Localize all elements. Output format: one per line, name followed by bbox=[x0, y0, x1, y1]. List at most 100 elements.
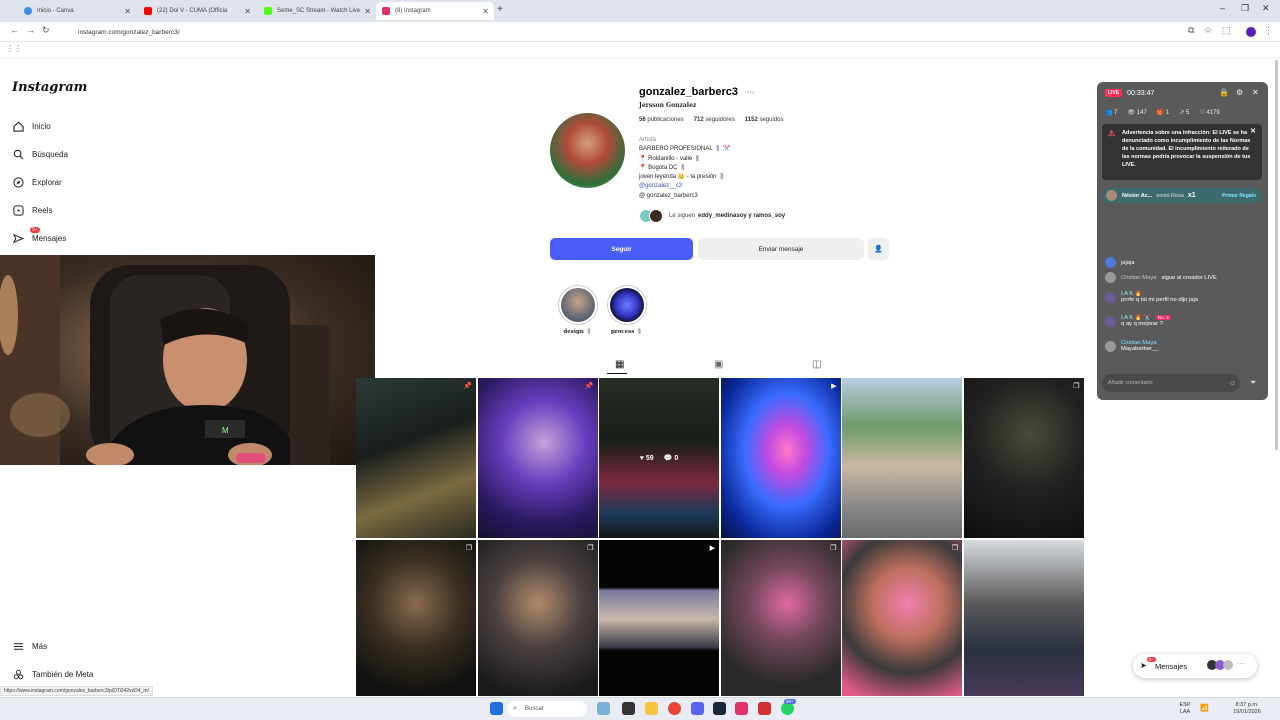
compass-icon bbox=[12, 176, 24, 188]
highlight-ring bbox=[607, 285, 647, 325]
tagged-tab-icon[interactable]: ◫ bbox=[812, 359, 821, 370]
address-bar-row: ← → ↻ instagram.com/gonzalez_barberc3/ ⧉… bbox=[0, 22, 1280, 42]
sidebar-item-more[interactable]: Más bbox=[12, 640, 47, 652]
messages-floating-button[interactable]: ➤ 9+ Mensajes ··· bbox=[1133, 654, 1257, 678]
close-tab-icon[interactable]: ✕ bbox=[244, 7, 251, 16]
wifi-icon[interactable]: 📶 bbox=[1200, 704, 1209, 712]
close-warning-icon[interactable]: ✕ bbox=[1250, 128, 1256, 136]
forward-icon[interactable]: → bbox=[26, 25, 35, 35]
task-view-icon[interactable] bbox=[622, 702, 635, 715]
new-tab-icon[interactable]: + bbox=[497, 4, 503, 15]
page-scrollbar[interactable] bbox=[1273, 60, 1280, 450]
following-count[interactable]: 1152 seguidos bbox=[745, 117, 784, 123]
url-field[interactable]: instagram.com/gonzalez_barberc3/ bbox=[62, 25, 1172, 39]
close-window-icon[interactable]: ✕ bbox=[1262, 3, 1270, 14]
sidebar-item-reels[interactable]: Reels bbox=[12, 204, 52, 216]
post-tile[interactable]: ❐ bbox=[842, 539, 962, 696]
more-options-icon[interactable]: ··· bbox=[747, 90, 754, 97]
comment-text: Mayabarber__ bbox=[1121, 346, 1159, 352]
settings-icon[interactable]: ⚙ bbox=[1236, 88, 1243, 97]
scrollbar-thumb[interactable] bbox=[1275, 60, 1278, 450]
close-icon[interactable]: ✕ bbox=[1252, 88, 1259, 97]
tiktok-icon[interactable] bbox=[735, 702, 748, 715]
post-tile[interactable]: 📌 bbox=[356, 378, 476, 538]
bookmarks-bar: ⋮⋮ bbox=[0, 42, 1280, 58]
widgets-icon[interactable] bbox=[597, 702, 610, 715]
follow-button[interactable]: Seguir bbox=[550, 238, 693, 260]
clock[interactable]: 8:37 p.m. 19/01/2026 bbox=[1226, 702, 1268, 716]
language-indicator[interactable]: ESP LAA bbox=[1176, 702, 1194, 716]
close-tab-icon[interactable]: ✕ bbox=[482, 7, 489, 16]
post-tile[interactable]: ❐ bbox=[356, 539, 476, 696]
chrome-icon[interactable] bbox=[668, 702, 681, 715]
install-app-icon[interactable]: ⧉ bbox=[1188, 25, 1194, 36]
highlight-label: process 💈 bbox=[610, 329, 644, 335]
emoji-icon[interactable]: ☺ bbox=[1229, 380, 1236, 387]
back-icon[interactable]: ← bbox=[10, 25, 19, 35]
bio-handle-link[interactable]: @gonzalez__c3 bbox=[639, 182, 731, 191]
lang-code: ESP bbox=[1179, 702, 1191, 708]
extensions-icon[interactable]: ⬚ bbox=[1222, 25, 1231, 36]
profile-bio: Artista BARBERO PROFESIONAL 💈 ✂️ 📍 Rolda… bbox=[639, 136, 731, 201]
live-stats: 👥 7 👁 147 🎁 1 ↗ 5 ♡ 4179 bbox=[1105, 109, 1220, 116]
file-explorer-icon[interactable] bbox=[645, 702, 658, 715]
lock-icon[interactable]: 🔒 bbox=[1219, 88, 1229, 97]
profile-avatar[interactable] bbox=[1246, 27, 1256, 37]
active-tab-indicator bbox=[607, 373, 627, 374]
menu-icon[interactable]: ⋮ bbox=[1264, 25, 1273, 36]
live-comment: Cristian Maya Mayabarber__ bbox=[1105, 340, 1255, 352]
highlight-process[interactable]: process 💈 bbox=[607, 285, 647, 335]
bookmark-star-icon[interactable]: ☆ bbox=[1204, 25, 1212, 36]
filter-icon[interactable]: ⏷ bbox=[1250, 378, 1256, 388]
tab-title: (22) Doi V - CUMA (Officia bbox=[157, 8, 228, 14]
app-icon[interactable] bbox=[758, 702, 771, 715]
sidebar-item-home[interactable]: Inicio bbox=[12, 120, 51, 132]
browser-tab[interactable]: (22) Doi V - CUMA (Officia ✕ bbox=[138, 2, 256, 20]
steam-icon[interactable] bbox=[713, 702, 726, 715]
followers-count[interactable]: 712 seguidores bbox=[694, 117, 735, 123]
post-tile[interactable]: ▶ bbox=[599, 539, 719, 696]
comments-stat: 💬 0 bbox=[663, 455, 679, 462]
post-tile[interactable] bbox=[963, 539, 1084, 696]
more-icon[interactable]: ··· bbox=[1237, 659, 1245, 668]
browser-tab[interactable]: Inicio - Canva ✕ bbox=[18, 2, 136, 20]
suggested-users-button[interactable]: 👤 bbox=[868, 238, 889, 260]
threads-link[interactable]: @ gonzalez_barberc3 bbox=[639, 192, 731, 201]
sidebar-item-meta[interactable]: También de Meta bbox=[12, 668, 93, 680]
taskbar-search[interactable]: ⌕ Buscar bbox=[507, 701, 587, 717]
browser-tab[interactable]: Seme_SC Stream - Watch Live ✕ bbox=[258, 2, 376, 20]
instagram-logo[interactable]: Instagram bbox=[12, 80, 87, 95]
sidebar-item-label: Inicio bbox=[32, 121, 51, 131]
post-tile[interactable]: 📌 bbox=[477, 378, 598, 538]
profile-avatar-large[interactable] bbox=[550, 113, 625, 188]
apps-grid-icon[interactable]: ⋮⋮ bbox=[6, 44, 22, 53]
maximize-icon[interactable]: ❐ bbox=[1241, 3, 1249, 14]
comment-input[interactable]: Añadir comentario ☺ bbox=[1102, 374, 1240, 392]
browser-tab-active[interactable]: (8) Instagram ✕ bbox=[376, 2, 494, 20]
sidebar-item-search[interactable]: Búsqueda bbox=[12, 148, 68, 160]
posts-grid-icon[interactable]: ▦ bbox=[615, 359, 624, 370]
clock-date: 19/01/2026 bbox=[1233, 709, 1261, 715]
youtube-icon bbox=[144, 7, 152, 15]
post-tile-hovered[interactable]: ♥ 59 💬 0 bbox=[599, 378, 719, 538]
post-tile[interactable] bbox=[842, 378, 962, 538]
post-tile[interactable]: ❐ bbox=[963, 378, 1084, 538]
send-message-button[interactable]: Enviar mensaje bbox=[698, 238, 864, 260]
minimize-icon[interactable]: – bbox=[1220, 3, 1225, 13]
highlight-design[interactable]: design 💈 bbox=[558, 285, 598, 335]
post-tile[interactable]: ❐ bbox=[477, 539, 598, 696]
post-tile[interactable]: ❐ bbox=[720, 539, 841, 696]
followed-by[interactable]: Le siguen eddy_medinasoy y ramos_soy bbox=[639, 209, 785, 223]
windows-start-icon[interactable] bbox=[490, 702, 503, 715]
carousel-icon: ❐ bbox=[1073, 383, 1080, 390]
post-tile[interactable]: ▶ bbox=[720, 378, 841, 538]
close-tab-icon[interactable]: ✕ bbox=[124, 7, 131, 16]
comment-placeholder: Añadir comentario bbox=[1108, 380, 1153, 386]
reels-tab-icon[interactable]: ▣ bbox=[714, 359, 723, 370]
close-tab-icon[interactable]: ✕ bbox=[364, 7, 371, 16]
tab-title: Inicio - Canva bbox=[37, 8, 74, 14]
discord-icon[interactable] bbox=[691, 702, 704, 715]
sidebar-item-messages[interactable]: 9+ Mensajes bbox=[12, 227, 66, 244]
sidebar-item-explore[interactable]: Explorar bbox=[12, 176, 62, 188]
reload-icon[interactable]: ↻ bbox=[42, 25, 50, 36]
